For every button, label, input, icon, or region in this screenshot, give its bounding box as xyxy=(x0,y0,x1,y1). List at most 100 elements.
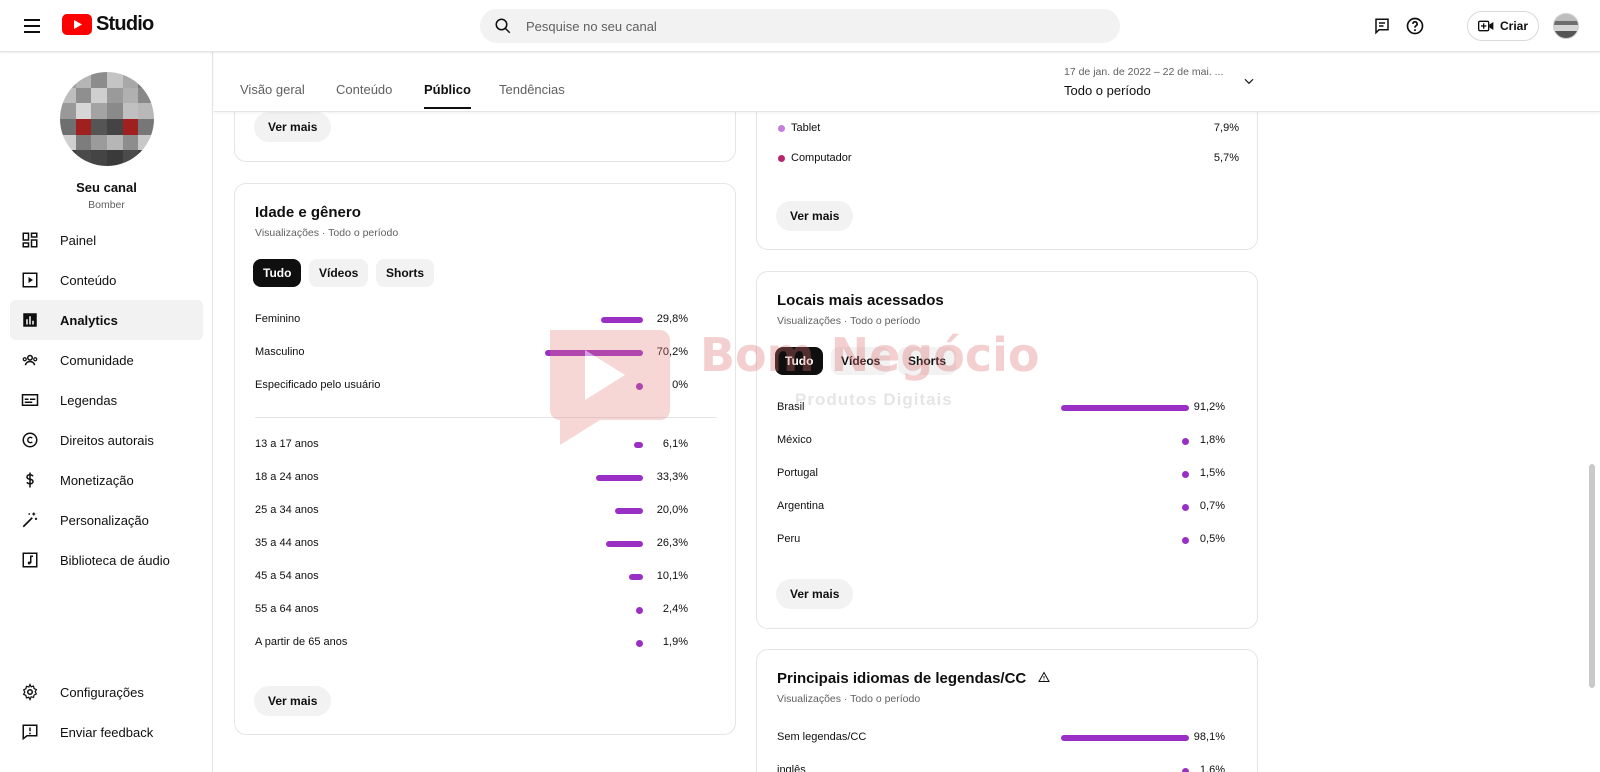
copyright-icon xyxy=(20,430,40,450)
sidebar-item-configuracoes[interactable]: Configurações xyxy=(10,672,203,712)
row-value: 0% xyxy=(672,379,688,391)
sidebar-item-conteudo[interactable]: Conteúdo xyxy=(10,260,203,300)
row-label: México xyxy=(777,434,812,446)
filter-videos[interactable]: Vídeos xyxy=(309,259,369,287)
bar xyxy=(628,574,643,580)
bar xyxy=(615,508,643,514)
sidebar-item-enviar-feedback[interactable]: Enviar feedback xyxy=(10,712,203,752)
period-selector[interactable]: 17 de jan. de 2022 – 22 de mai. ... Todo… xyxy=(1064,66,1254,98)
locations-card: Locais mais acessados Visualizações · To… xyxy=(756,271,1258,629)
row-label: inglês xyxy=(777,764,806,772)
sidebar-item-label: Conteúdo xyxy=(60,272,117,288)
dollar-icon xyxy=(20,470,40,490)
sidebar-item-label: Analytics xyxy=(60,312,118,328)
tab-tendencias[interactable]: Tendências xyxy=(499,82,565,97)
sidebar-item-comunidade[interactable]: Comunidade xyxy=(10,340,203,380)
menu-icon[interactable] xyxy=(20,14,44,38)
sidebar-item-label: Enviar feedback xyxy=(60,724,154,740)
row-label: 45 a 54 anos xyxy=(255,570,319,582)
tablet-dot xyxy=(778,125,785,132)
sidebar: Seu canal Bomber Painel Conteúdo Analyti… xyxy=(0,52,213,772)
card-title: Idade e gênero xyxy=(255,204,361,221)
warning-icon[interactable] xyxy=(1038,671,1051,683)
create-button[interactable]: Criar xyxy=(1467,11,1539,41)
top-header: Studio Criar xyxy=(0,0,1600,52)
analytics-tabs-bar: Visão geral Conteúdo Público Tendências … xyxy=(214,52,1600,112)
sidebar-item-legendas[interactable]: Legendas xyxy=(10,380,203,420)
row-label: Sem legendas/CC xyxy=(777,731,867,743)
languages-card: Principais idiomas de legendas/CC Visual… xyxy=(756,649,1258,772)
row-label: Brasil xyxy=(777,401,805,413)
row-label: 35 a 44 anos xyxy=(255,537,319,549)
filter-shorts[interactable]: Shorts xyxy=(898,347,957,375)
sidebar-item-painel[interactable]: Painel xyxy=(10,220,203,260)
sidebar-item-label: Monetização xyxy=(60,472,134,488)
bar xyxy=(1061,735,1189,741)
account-avatar[interactable] xyxy=(1553,13,1579,39)
ver-mais-button[interactable]: Ver mais xyxy=(776,579,854,609)
tab-conteudo[interactable]: Conteúdo xyxy=(336,82,392,97)
row-label: 18 a 24 anos xyxy=(255,471,319,483)
sidebar-item-label: Comunidade xyxy=(60,352,134,368)
create-video-icon xyxy=(1477,20,1494,32)
row-label: Especificado pelo usuário xyxy=(255,379,381,391)
comments-icon[interactable] xyxy=(1370,14,1394,38)
row-label: 13 a 17 anos xyxy=(255,438,319,450)
bar-dot xyxy=(1182,768,1189,772)
card-title: Locais mais acessados xyxy=(777,292,944,309)
sidebar-item-biblioteca-audio[interactable]: Biblioteca de áudio xyxy=(10,540,203,580)
bar xyxy=(1061,405,1189,411)
studio-logo[interactable]: Studio xyxy=(62,13,154,36)
sidebar-item-label: Biblioteca de áudio xyxy=(60,552,170,568)
scrollbar-thumb[interactable] xyxy=(1589,464,1595,688)
ver-mais-button[interactable]: Ver mais xyxy=(254,112,332,142)
row-value: 26,3% xyxy=(656,537,688,549)
row-label: 55 a 64 anos xyxy=(255,603,319,615)
tab-publico[interactable]: Público xyxy=(424,82,471,109)
card-title: Principais idiomas de legendas/CC xyxy=(777,670,1051,687)
computer-dot xyxy=(778,155,785,162)
row-label: Masculino xyxy=(255,346,305,358)
tab-visao-geral[interactable]: Visão geral xyxy=(240,82,305,97)
sidebar-item-personalizacao[interactable]: Personalização xyxy=(10,500,203,540)
analytics-icon xyxy=(20,310,40,330)
row-value: 20,0% xyxy=(656,504,688,516)
sidebar-item-monetizacao[interactable]: Monetização xyxy=(10,460,203,500)
ver-mais-button[interactable]: Ver mais xyxy=(776,201,854,231)
device-label: Tablet xyxy=(791,122,821,134)
youtube-logo-icon xyxy=(62,14,92,35)
card-subtitle: Visualizações · Todo o período xyxy=(777,315,921,327)
create-label: Criar xyxy=(1499,19,1528,33)
help-icon[interactable] xyxy=(1403,14,1427,38)
row-value: 1,9% xyxy=(662,636,688,648)
device-value: 7,9% xyxy=(1213,122,1239,134)
bar xyxy=(634,442,643,448)
device-value: 5,7% xyxy=(1213,152,1239,164)
channel-title: Seu canal xyxy=(76,180,137,195)
channel-avatar[interactable] xyxy=(60,72,154,166)
age-gender-card: Idade e gênero Visualizações · Todo o pe… xyxy=(234,183,736,735)
bar xyxy=(601,317,643,323)
filter-videos[interactable]: Vídeos xyxy=(831,347,891,375)
row-value: 6,1% xyxy=(662,438,688,450)
sidebar-item-label: Personalização xyxy=(60,512,149,528)
filter-tudo[interactable]: Tudo xyxy=(775,347,824,375)
row-value: 10,1% xyxy=(656,570,688,582)
bar-dot xyxy=(1182,438,1189,445)
search-input[interactable] xyxy=(526,18,1086,34)
ver-mais-button[interactable]: Ver mais xyxy=(254,686,332,716)
period-range: 17 de jan. de 2022 – 22 de mai. ... xyxy=(1064,66,1224,78)
bar xyxy=(606,541,643,547)
filter-shorts[interactable]: Shorts xyxy=(376,259,435,287)
filter-tudo[interactable]: Tudo xyxy=(253,259,302,287)
bar-dot xyxy=(636,640,643,647)
period-value: Todo o período xyxy=(1064,83,1151,98)
row-label: Peru xyxy=(777,533,801,545)
community-icon xyxy=(20,350,40,370)
audio-library-icon xyxy=(20,550,40,570)
search-bar[interactable] xyxy=(480,9,1120,43)
sidebar-item-direitos-autorais[interactable]: Direitos autorais xyxy=(10,420,203,460)
content-icon xyxy=(20,270,40,290)
sidebar-item-analytics[interactable]: Analytics xyxy=(10,300,203,340)
card-subtitle: Visualizações · Todo o período xyxy=(255,227,399,239)
